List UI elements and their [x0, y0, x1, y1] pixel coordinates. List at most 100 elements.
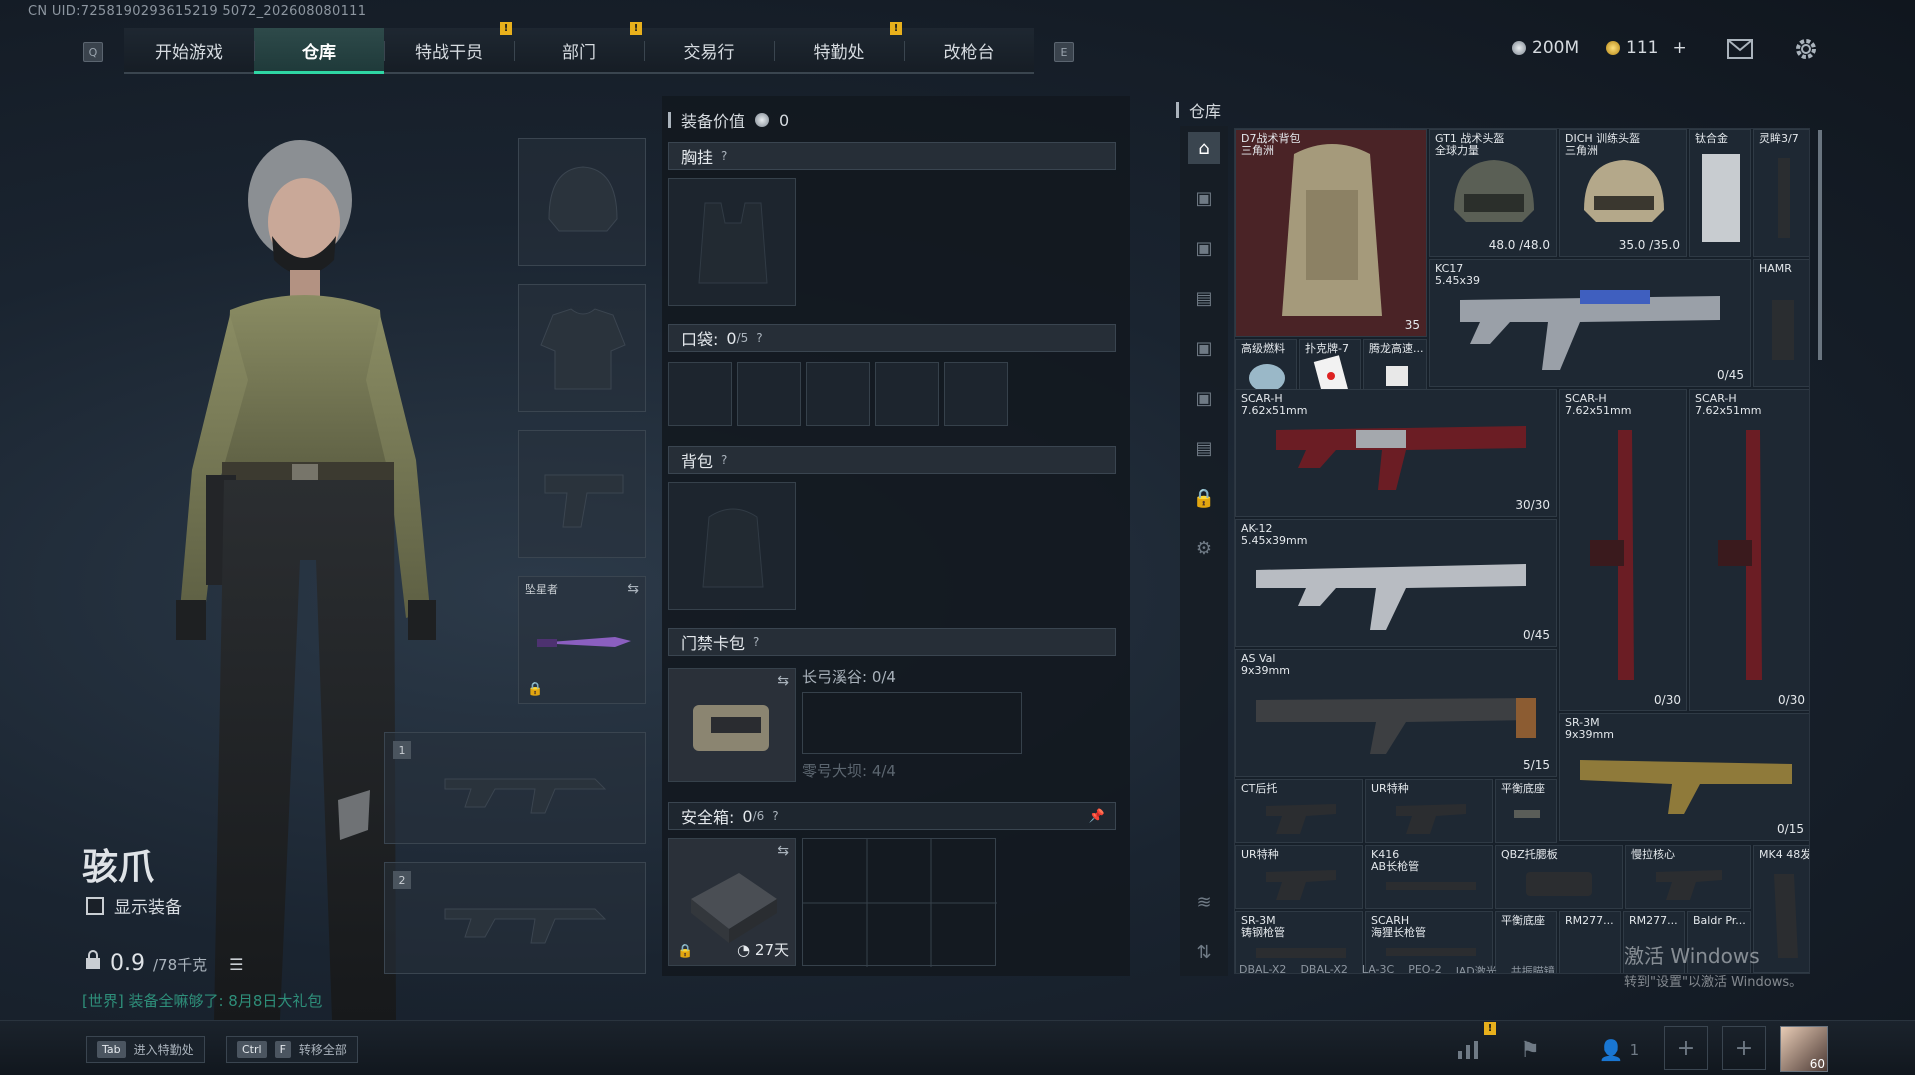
chest-rig-slot[interactable] [668, 178, 796, 306]
team-button[interactable]: 👤 1 [1584, 1030, 1654, 1070]
item-name[interactable]: DBAL-X2 [1300, 963, 1347, 973]
rifle-icon [1276, 426, 1526, 490]
item-as-val-rifle[interactable]: AS Val 9x39mm 5/15 [1235, 649, 1557, 777]
tab-gunsmith[interactable]: 改枪台 [904, 28, 1034, 72]
gear-icon[interactable] [1792, 36, 1820, 62]
item-scar-h-rifle[interactable]: SCAR-H 7.62x51mm 30/30 [1235, 389, 1557, 517]
keycard-map-1: 长弓溪谷: 0/4 [802, 668, 896, 686]
silver-coin-icon [1512, 41, 1526, 55]
pistol-slot[interactable] [518, 430, 646, 558]
tab-trade[interactable]: 交易行 [644, 28, 774, 72]
layers-icon[interactable]: ≋ [1188, 886, 1220, 918]
avatar[interactable]: 60 [1780, 1026, 1828, 1072]
category-5-icon[interactable]: ▣ [1188, 382, 1220, 414]
safe-box-grid[interactable] [802, 838, 997, 967]
help-icon[interactable]: ? [721, 149, 727, 163]
barrel-icon [1386, 882, 1476, 890]
category-6-icon[interactable]: ▤ [1188, 432, 1220, 464]
melee-slot[interactable]: 坠星者 ⇆ 🔒 [518, 576, 646, 704]
category-1-icon[interactable]: ▣ [1188, 182, 1220, 214]
ctrl-key: Ctrl [237, 1041, 267, 1058]
item-name[interactable]: 共振瞄镜 [1511, 963, 1555, 973]
pocket-cell[interactable] [944, 362, 1008, 426]
category-4-icon[interactable]: ▣ [1188, 332, 1220, 364]
safe-box-timer: ◔ 27天 [737, 939, 789, 960]
armor-slot[interactable] [518, 284, 646, 412]
swap-icon[interactable]: ⇆ [777, 843, 789, 859]
pocket-cell[interactable] [806, 362, 870, 426]
item-name[interactable]: LA-3C [1362, 963, 1394, 973]
item-scar-h-rifle-vertical[interactable]: SCAR-H 7.62x51mm [1559, 389, 1687, 711]
all-items-icon[interactable]: ⌂ [1188, 132, 1220, 164]
warehouse-scrollbar[interactable] [1818, 130, 1822, 360]
flag-icon[interactable]: ⚑ [1508, 1030, 1552, 1070]
invite-slot-1[interactable]: + [1664, 1026, 1708, 1070]
pocket-cell[interactable] [737, 362, 801, 426]
item-stock[interactable]: UR特种 [1365, 779, 1493, 843]
sort-icon[interactable]: ⇅ [1188, 936, 1220, 968]
enter-special-ops-button[interactable]: Tab 进入特勤处 [86, 1036, 205, 1063]
rifle-icon [444, 778, 607, 814]
item-helmet[interactable]: DICH 训练头盔 三角洲 35.0 /35.0 [1559, 129, 1687, 257]
primary-weapon-slot-1[interactable]: 1 [384, 732, 646, 844]
keycard-case-slot[interactable]: ⇆ [668, 668, 796, 782]
mail-icon[interactable] [1726, 36, 1754, 62]
world-chat-message[interactable]: [世界] 装备全嘛够了: 8月8日大礼包 [82, 990, 322, 1011]
swap-icon[interactable]: ⇆ [777, 673, 789, 689]
help-icon[interactable]: ? [772, 809, 778, 823]
invite-slot-2[interactable]: + [1722, 1026, 1766, 1070]
next-tab-key[interactable]: E [1054, 42, 1074, 62]
category-3-icon[interactable]: ▤ [1188, 282, 1220, 314]
keycard-grid[interactable] [802, 692, 1022, 754]
transfer-all-button[interactable]: Ctrl F 转移全部 [226, 1036, 358, 1063]
lock-icon[interactable]: 🔒 [1188, 482, 1220, 514]
item-name[interactable]: PEQ-2 [1408, 963, 1442, 973]
item-mount[interactable]: 平衡底座 [1495, 779, 1557, 843]
tab-special-ops[interactable]: 特勤处! [774, 22, 904, 72]
item-ak12-rifle[interactable]: AK-12 5.45x39mm 0/45 [1235, 519, 1557, 647]
item-barrel[interactable]: K416 AB长枪管 [1365, 845, 1493, 909]
category-2-icon[interactable]: ▣ [1188, 232, 1220, 264]
pocket-cell[interactable] [668, 362, 732, 426]
add-gold-button[interactable]: + [1672, 38, 1686, 58]
stats-icon[interactable] [1446, 1030, 1490, 1070]
item-sr3m-rifle[interactable]: SR-3M 9x39mm 0/15 [1559, 713, 1809, 841]
tab-label: 特战干员 [415, 42, 483, 63]
item-scope[interactable]: 灵眸3/7 [1753, 129, 1809, 257]
item-cheek-rest[interactable]: QBZ托腮板 [1495, 845, 1623, 909]
silver-amount: 200M [1532, 38, 1580, 58]
list-icon[interactable]: ☰ [229, 955, 243, 974]
carry-weight: 0.9 /78千克 ☰ [84, 950, 244, 976]
pocket-cell[interactable] [875, 362, 939, 426]
helmet-slot[interactable] [518, 138, 646, 266]
tab-warehouse[interactable]: 仓库 [254, 28, 384, 74]
prev-tab-key[interactable]: Q [83, 42, 103, 62]
item-scar-h-rifle-vertical[interactable]: SCAR-H 7.62x51mm [1689, 389, 1809, 711]
gear-icon[interactable]: ⚙ [1188, 532, 1220, 564]
help-icon[interactable]: ? [756, 331, 762, 345]
item-stock[interactable]: CT后托 [1235, 779, 1363, 843]
alert-badge: ! [630, 22, 642, 35]
tab-department[interactable]: 部门! [514, 22, 644, 72]
item-stock-core[interactable]: 慢拉核心 [1625, 845, 1751, 909]
item-name[interactable]: DBAL-X2 [1239, 963, 1286, 973]
item-attachment[interactable]: RM277... [1559, 911, 1621, 973]
item-kc17-rifle[interactable]: KC17 5.45x39 0/45 [1429, 259, 1751, 387]
item-helmet[interactable]: GT1 战术头盔 全球力量 48.0 /48.0 [1429, 129, 1557, 257]
primary-weapon-slot-2[interactable]: 2 [384, 862, 646, 974]
tab-operators[interactable]: 特战干员! [384, 22, 514, 72]
help-icon[interactable]: ? [721, 453, 727, 467]
item-armor-plate[interactable]: 钛合金 [1689, 129, 1751, 257]
watermark-line-1: 激活 Windows [1624, 944, 1760, 968]
safe-box-slot[interactable]: ⇆ 🔒 ◔ 27天 [668, 838, 796, 966]
item-stock[interactable]: UR特种 [1235, 845, 1363, 909]
pin-icon[interactable]: 📌 [1089, 809, 1105, 824]
help-icon[interactable]: ? [753, 635, 759, 649]
tab-start-game[interactable]: 开始游戏 [124, 28, 254, 72]
item-name[interactable]: JAD激光 [1456, 963, 1497, 973]
show-equipment-toggle[interactable]: 显示装备 [86, 893, 182, 918]
backpack-slot[interactable] [668, 482, 796, 610]
item-backpack[interactable]: D7战术背包 三角洲 35 [1235, 129, 1427, 337]
item-hamr-scope[interactable]: HAMR [1753, 259, 1809, 387]
checkbox[interactable] [86, 896, 104, 915]
